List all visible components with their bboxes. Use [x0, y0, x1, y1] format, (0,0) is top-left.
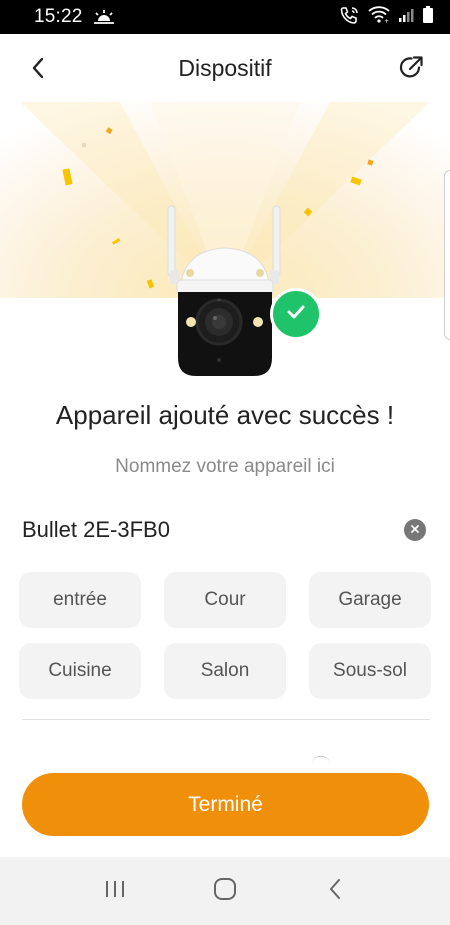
device-name-input[interactable] [22, 517, 382, 543]
suggestion-cour[interactable]: Cour [164, 572, 286, 628]
recents-button[interactable] [95, 871, 135, 911]
name-hint: Nommez votre appareil ici [115, 456, 335, 477]
page-title: Dispositif [178, 54, 272, 81]
external-link-icon [399, 54, 425, 85]
suggestion-entree[interactable]: entrée [19, 572, 141, 628]
chevron-left-icon [31, 57, 45, 84]
suggestion-cuisine[interactable]: Cuisine [19, 643, 141, 699]
camera-image [160, 200, 290, 380]
system-nav-bar [0, 857, 450, 925]
scroll-indicator [444, 170, 450, 340]
suggestion-salon[interactable]: Salon [164, 643, 286, 699]
success-badge [270, 288, 322, 340]
back-button[interactable] [22, 54, 54, 86]
checkmark-icon [286, 304, 306, 325]
svg-text:+: + [384, 18, 389, 23]
suggestion-sous-sol[interactable]: Sous-sol [309, 643, 431, 699]
home-icon [213, 877, 237, 906]
back-chevron-icon [328, 878, 342, 905]
system-back-button[interactable] [315, 871, 355, 911]
wifi-icon: + [368, 6, 390, 28]
home-button[interactable] [205, 871, 245, 911]
name-suggestions: entrée Cour Garage Cuisine Salon Sous-so… [19, 572, 433, 699]
done-button[interactable]: Terminé [22, 773, 429, 836]
status-time: 15:22 [34, 6, 83, 27]
success-title: Appareil ajouté avec succès ! [55, 400, 395, 430]
clear-x-icon [410, 521, 420, 539]
app-header: Dispositif [0, 34, 450, 102]
share-button[interactable] [396, 53, 428, 85]
clear-name-button[interactable] [404, 519, 426, 541]
device-name-field [22, 510, 430, 550]
status-bar: 15:22 + [0, 0, 450, 34]
battery-icon [422, 5, 434, 29]
recents-icon [104, 879, 126, 904]
weather-sunrise-icon [93, 9, 115, 25]
status-icons: + [340, 5, 434, 29]
partially-hidden-icon [312, 756, 330, 764]
wifi-calling-icon [340, 6, 360, 29]
divider [22, 719, 430, 720]
signal-icon [398, 7, 414, 28]
suggestion-garage[interactable]: Garage [309, 572, 431, 628]
